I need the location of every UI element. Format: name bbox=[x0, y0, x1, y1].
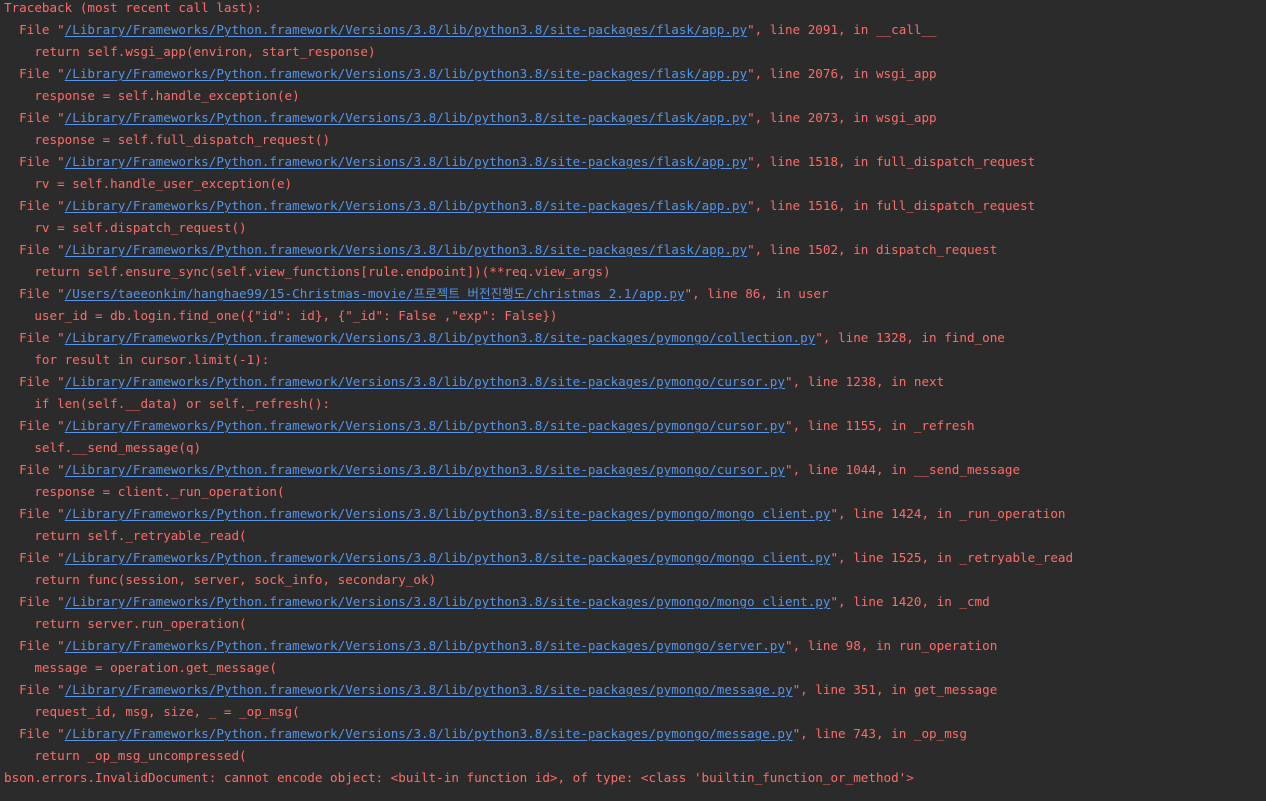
file-path-link[interactable]: /Library/Frameworks/Python.framework/Ver… bbox=[65, 66, 747, 81]
frame-code-line: response = self.full_dispatch_request() bbox=[4, 132, 331, 147]
frame-code-line: request_id, msg, size, _ = _op_msg( bbox=[4, 704, 300, 719]
file-suffix: ", line 86, in user bbox=[684, 286, 829, 301]
file-prefix: File " bbox=[4, 682, 65, 697]
frame-code-line: return server.run_operation( bbox=[4, 616, 247, 631]
frame-file-line: File "/Library/Frameworks/Python.framewo… bbox=[4, 723, 1266, 745]
file-path-link[interactable]: /Users/taeeonkim/hanghae99/15-Christmas-… bbox=[65, 286, 685, 301]
frame-file-line: File "/Library/Frameworks/Python.framewo… bbox=[4, 679, 1266, 701]
frame-code-line: return self.wsgi_app(environ, start_resp… bbox=[4, 44, 376, 59]
file-path-link[interactable]: /Library/Frameworks/Python.framework/Ver… bbox=[65, 594, 831, 609]
file-prefix: File " bbox=[4, 286, 65, 301]
frame-file-line: File "/Library/Frameworks/Python.framewo… bbox=[4, 503, 1266, 525]
file-suffix: ", line 1516, in full_dispatch_request bbox=[747, 198, 1036, 213]
file-path-link[interactable]: /Library/Frameworks/Python.framework/Ver… bbox=[65, 550, 831, 565]
file-suffix: ", line 2091, in __call__ bbox=[747, 22, 937, 37]
frame-code-line: return _op_msg_uncompressed( bbox=[4, 748, 247, 763]
file-path-link[interactable]: /Library/Frameworks/Python.framework/Ver… bbox=[65, 242, 747, 257]
file-path-link[interactable]: /Library/Frameworks/Python.framework/Ver… bbox=[65, 154, 747, 169]
file-prefix: File " bbox=[4, 22, 65, 37]
file-suffix: ", line 1155, in _refresh bbox=[784, 418, 975, 433]
frame-code-line: self.__send_message(q) bbox=[4, 440, 202, 455]
frame-code-line: for result in cursor.limit(-1): bbox=[4, 352, 270, 367]
file-suffix: ", line 2073, in wsgi_app bbox=[747, 110, 937, 125]
frame-file-line: File "/Library/Frameworks/Python.framewo… bbox=[4, 459, 1266, 481]
file-path-link[interactable]: /Library/Frameworks/Python.framework/Ver… bbox=[65, 110, 747, 125]
file-suffix: ", line 1518, in full_dispatch_request bbox=[747, 154, 1036, 169]
frame-file-line: File "/Library/Frameworks/Python.framewo… bbox=[4, 371, 1266, 393]
file-suffix: ", line 2076, in wsgi_app bbox=[747, 66, 937, 81]
file-path-link[interactable]: /Library/Frameworks/Python.framework/Ver… bbox=[65, 374, 785, 389]
file-path-link[interactable]: /Library/Frameworks/Python.framework/Ver… bbox=[65, 198, 747, 213]
file-prefix: File " bbox=[4, 462, 65, 477]
file-prefix: File " bbox=[4, 550, 65, 565]
file-prefix: File " bbox=[4, 726, 65, 741]
file-suffix: ", line 1502, in dispatch_request bbox=[747, 242, 998, 257]
file-suffix: ", line 1238, in next bbox=[784, 374, 945, 389]
frame-code-line: return self.ensure_sync(self.view_functi… bbox=[4, 264, 611, 279]
frame-code-line: return self._retryable_read( bbox=[4, 528, 247, 543]
file-prefix: File " bbox=[4, 594, 65, 609]
file-prefix: File " bbox=[4, 418, 65, 433]
file-prefix: File " bbox=[4, 374, 65, 389]
file-suffix: ", line 1420, in _cmd bbox=[830, 594, 990, 609]
frame-file-line: File "/Library/Frameworks/Python.framewo… bbox=[4, 635, 1266, 657]
frame-file-line: File "/Library/Frameworks/Python.framewo… bbox=[4, 415, 1266, 437]
file-suffix: ", line 1525, in _retryable_read bbox=[830, 550, 1074, 565]
file-path-link[interactable]: /Library/Frameworks/Python.framework/Ver… bbox=[65, 330, 816, 345]
file-prefix: File " bbox=[4, 110, 65, 125]
file-suffix: ", line 1044, in __send_message bbox=[784, 462, 1021, 477]
frame-file-line: File "/Library/Frameworks/Python.framewo… bbox=[4, 547, 1266, 569]
file-path-link[interactable]: /Library/Frameworks/Python.framework/Ver… bbox=[65, 638, 785, 653]
file-path-link[interactable]: /Library/Frameworks/Python.framework/Ver… bbox=[65, 682, 793, 697]
frame-file-line: File "/Library/Frameworks/Python.framewo… bbox=[4, 195, 1266, 217]
frame-code-line: return func(session, server, sock_info, … bbox=[4, 572, 437, 587]
file-path-link[interactable]: /Library/Frameworks/Python.framework/Ver… bbox=[65, 506, 831, 521]
frame-code-line: rv = self.dispatch_request() bbox=[4, 220, 247, 235]
frame-file-line: File "/Library/Frameworks/Python.framewo… bbox=[4, 327, 1266, 349]
frame-file-line: File "/Users/taeeonkim/hanghae99/15-Chri… bbox=[4, 283, 1266, 305]
file-suffix: ", line 1328, in find_one bbox=[815, 330, 1005, 345]
frame-code-line: message = operation.get_message( bbox=[4, 660, 277, 675]
frame-file-line: File "/Library/Frameworks/Python.framewo… bbox=[4, 591, 1266, 613]
frame-code-line: rv = self.handle_user_exception(e) bbox=[4, 176, 293, 191]
file-suffix: ", line 351, in get_message bbox=[792, 682, 998, 697]
file-prefix: File " bbox=[4, 66, 65, 81]
file-prefix: File " bbox=[4, 154, 65, 169]
file-suffix: ", line 743, in _op_msg bbox=[792, 726, 967, 741]
file-path-link[interactable]: /Library/Frameworks/Python.framework/Ver… bbox=[65, 462, 785, 477]
file-prefix: File " bbox=[4, 506, 65, 521]
file-prefix: File " bbox=[4, 242, 65, 257]
file-path-link[interactable]: /Library/Frameworks/Python.framework/Ver… bbox=[65, 726, 793, 741]
file-path-link[interactable]: /Library/Frameworks/Python.framework/Ver… bbox=[65, 418, 785, 433]
frame-code-line: user_id = db.login.find_one({"id": id}, … bbox=[4, 308, 558, 323]
frame-code-line: if len(self.__data) or self._refresh(): bbox=[4, 396, 331, 411]
frame-file-line: File "/Library/Frameworks/Python.framewo… bbox=[4, 107, 1266, 129]
frame-file-line: File "/Library/Frameworks/Python.framewo… bbox=[4, 63, 1266, 85]
traceback-header: Traceback (most recent call last): bbox=[4, 0, 262, 15]
frame-file-line: File "/Library/Frameworks/Python.framewo… bbox=[4, 19, 1266, 41]
frame-code-line: response = client._run_operation( bbox=[4, 484, 285, 499]
frame-code-line: response = self.handle_exception(e) bbox=[4, 88, 300, 103]
file-suffix: ", line 1424, in _run_operation bbox=[830, 506, 1066, 521]
file-prefix: File " bbox=[4, 198, 65, 213]
frame-file-line: File "/Library/Frameworks/Python.framewo… bbox=[4, 239, 1266, 261]
file-path-link[interactable]: /Library/Frameworks/Python.framework/Ver… bbox=[65, 22, 747, 37]
frame-file-line: File "/Library/Frameworks/Python.framewo… bbox=[4, 151, 1266, 173]
file-prefix: File " bbox=[4, 330, 65, 345]
error-message: bson.errors.InvalidDocument: cannot enco… bbox=[4, 770, 914, 785]
file-prefix: File " bbox=[4, 638, 65, 653]
file-suffix: ", line 98, in run_operation bbox=[784, 638, 998, 653]
console-output: Traceback (most recent call last): File … bbox=[0, 0, 1266, 801]
